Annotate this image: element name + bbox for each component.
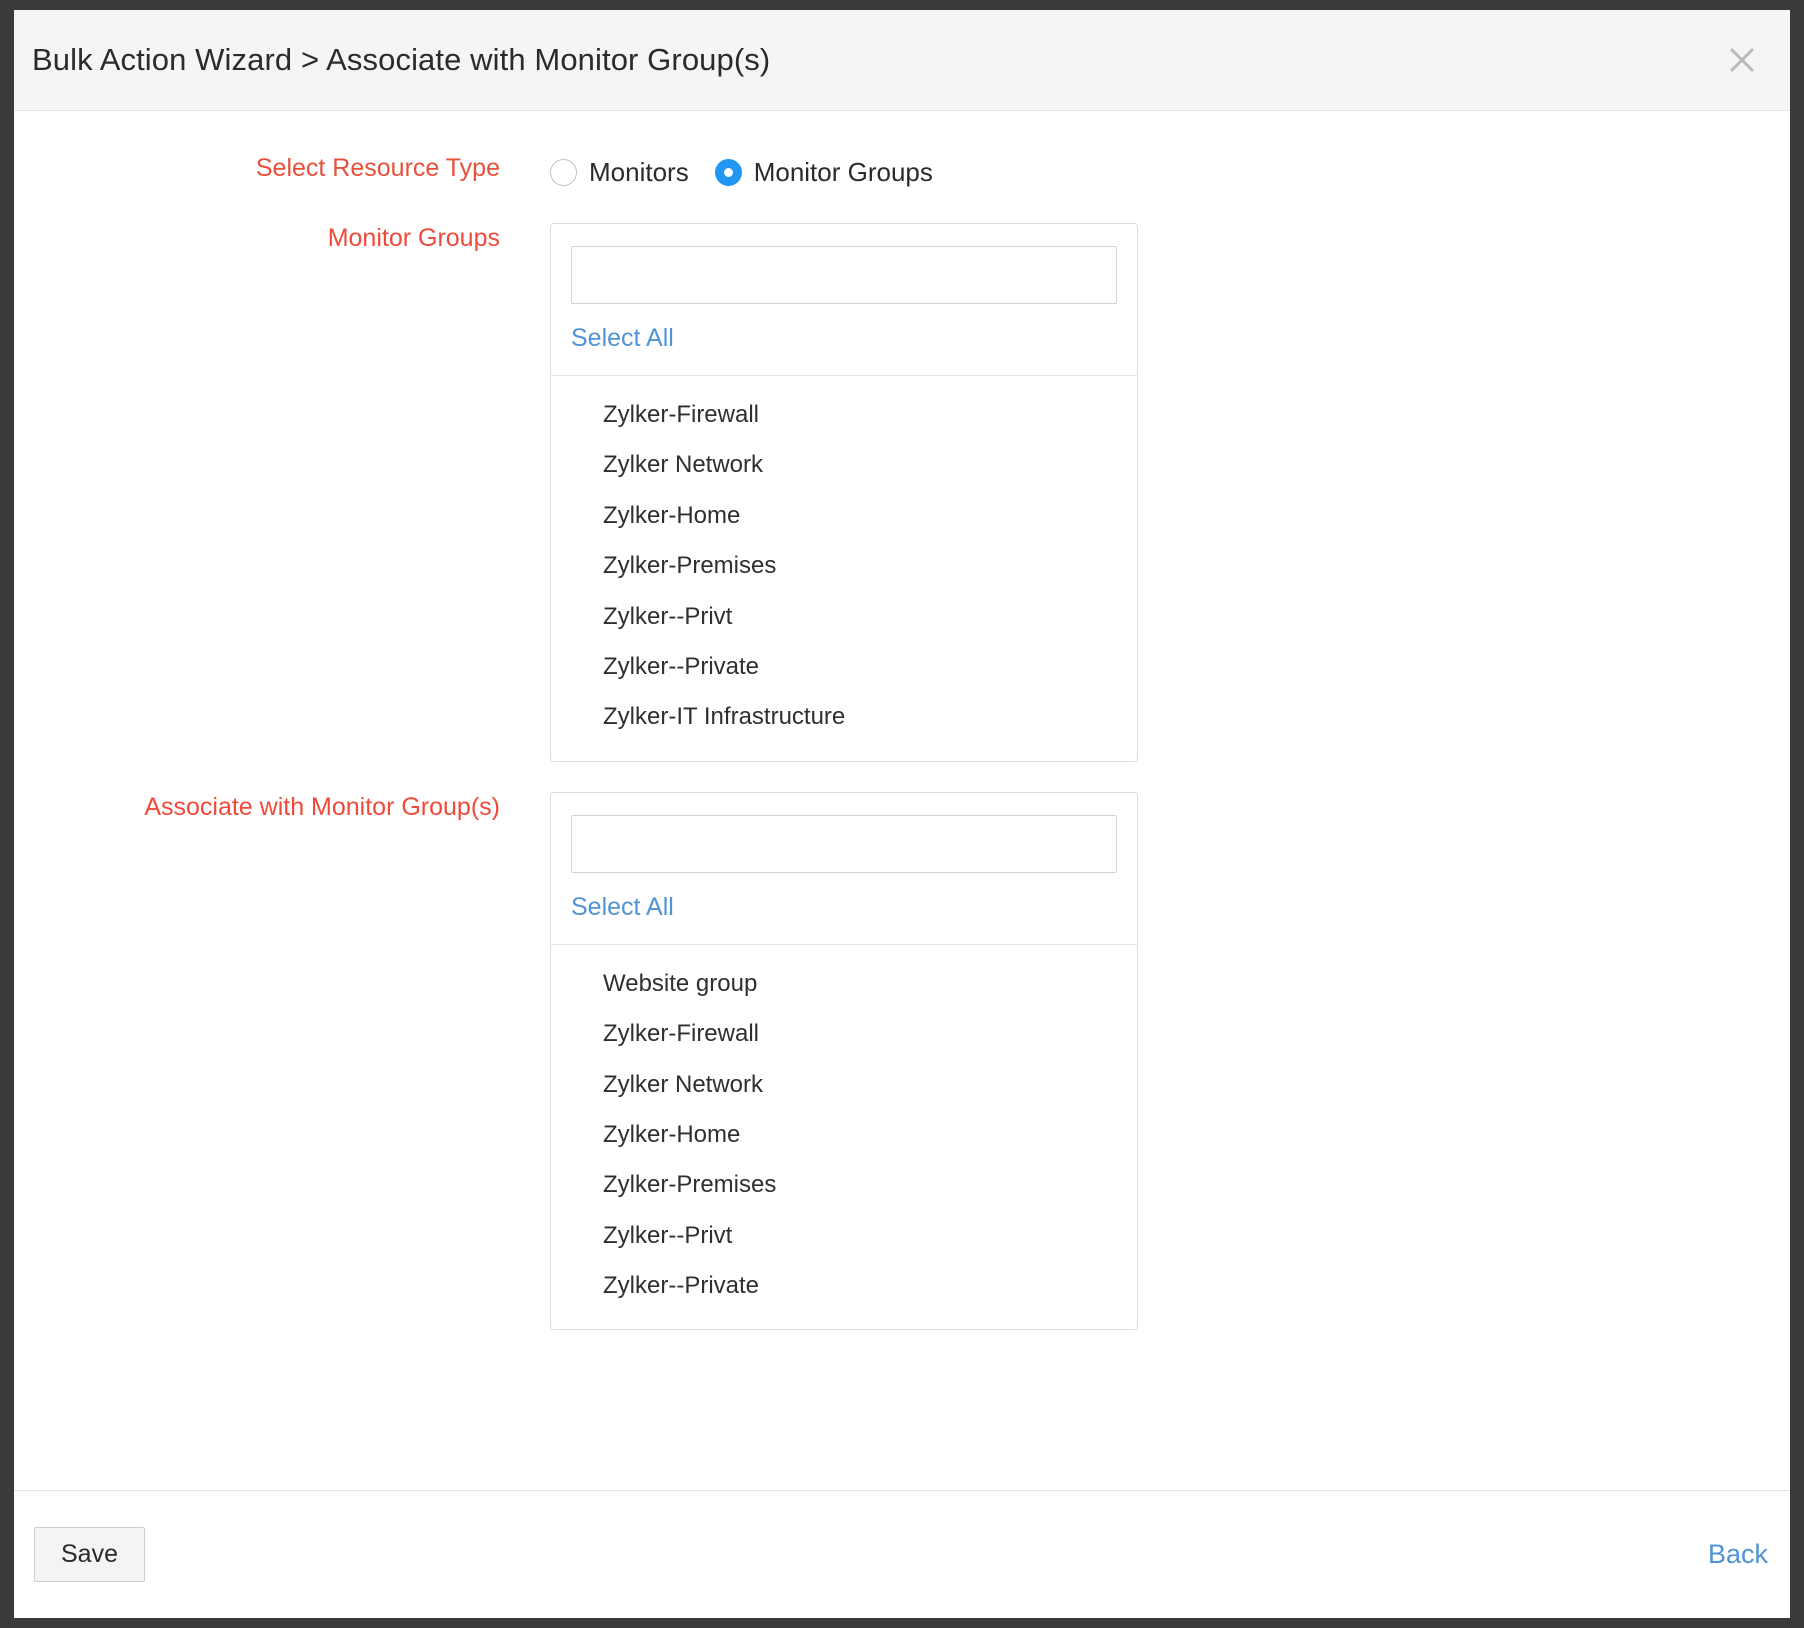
list-item[interactable]: Zylker--Privt	[551, 1211, 1137, 1261]
back-link[interactable]: Back	[1708, 1539, 1768, 1570]
monitor-groups-picker: Select All Zylker-Firewall Zylker Networ…	[550, 223, 1138, 762]
list-item[interactable]: Zylker--Privt	[551, 592, 1137, 642]
list-item[interactable]: Zylker-Firewall	[551, 1009, 1137, 1059]
monitor-groups-select-all-link[interactable]: Select All	[571, 324, 674, 353]
monitor-groups-list: Zylker-Firewall Zylker Network Zylker-Ho…	[551, 376, 1137, 761]
list-item[interactable]: Zylker-IT Infrastructure	[551, 692, 1137, 742]
list-item[interactable]: Zylker--Private	[551, 1261, 1137, 1311]
associate-groups-row: Associate with Monitor Group(s) Select A…	[14, 791, 1790, 1331]
resource-type-label: Select Resource Type	[255, 154, 500, 182]
screen-root: Bulk Action Wizard > Associate with Moni…	[0, 0, 1804, 1628]
list-item[interactable]: Zylker-Home	[551, 1110, 1137, 1160]
list-item[interactable]: Zylker-Home	[551, 491, 1137, 541]
page-title: Bulk Action Wizard > Associate with Moni…	[32, 42, 771, 77]
monitor-groups-label: Monitor Groups	[327, 224, 500, 252]
associate-groups-search-input[interactable]	[571, 814, 1117, 873]
monitor-groups-search-input[interactable]	[571, 246, 1117, 304]
associate-groups-label: Associate with Monitor Group(s)	[144, 792, 500, 821]
associate-groups-control: Select All Website group Zylker-Firewall…	[550, 791, 1138, 1331]
monitor-groups-control: Select All Zylker-Firewall Zylker Networ…	[550, 223, 1138, 762]
monitor-groups-row: Monitor Groups Select All Zylker-Firewal…	[14, 223, 1790, 762]
radio-icon-monitor-groups[interactable]	[714, 159, 742, 186]
radio-option-monitor-groups[interactable]: Monitor Groups	[714, 157, 933, 188]
radio-label-monitors: Monitors	[589, 157, 689, 187]
list-item[interactable]: Website group	[551, 959, 1137, 1009]
save-button[interactable]: Save	[34, 1527, 145, 1582]
radio-label-monitor-groups: Monitor Groups	[753, 157, 933, 187]
list-item[interactable]: Zylker Network	[551, 1060, 1137, 1110]
list-item[interactable]: Zylker--Private	[551, 642, 1137, 692]
list-item[interactable]: Zylker Network	[551, 440, 1137, 490]
associate-groups-search-wrap	[551, 793, 1137, 873]
radio-option-monitors[interactable]: Monitors	[550, 157, 689, 188]
associate-groups-picker: Select All Website group Zylker-Firewall…	[550, 791, 1138, 1331]
list-item[interactable]: Zylker-Premises	[551, 541, 1137, 591]
associate-groups-list: Website group Zylker-Firewall Zylker Net…	[551, 945, 1137, 1330]
associate-groups-select-all-link[interactable]: Select All	[571, 893, 674, 922]
resource-type-radio-group: Monitors Monitor Groups	[550, 153, 933, 188]
list-item[interactable]: Zylker-Premises	[551, 1160, 1137, 1210]
associate-groups-selectall-wrap: Select All	[551, 873, 1137, 945]
resource-type-row: Select Resource Type Monitors Monitor Gr…	[14, 153, 1790, 188]
dialog-header: Bulk Action Wizard > Associate with Moni…	[14, 10, 1790, 111]
radio-icon-monitors[interactable]	[550, 159, 577, 186]
monitor-groups-search-wrap	[551, 224, 1137, 304]
dialog-footer: Save Back	[14, 1490, 1790, 1618]
monitor-groups-selectall-wrap: Select All	[551, 304, 1137, 376]
list-item[interactable]: Zylker-Firewall	[551, 390, 1137, 440]
resource-type-control: Monitors Monitor Groups	[550, 153, 933, 188]
bulk-action-wizard-dialog: Bulk Action Wizard > Associate with Moni…	[14, 10, 1790, 1618]
dialog-body: Select Resource Type Monitors Monitor Gr…	[14, 111, 1790, 1490]
close-icon[interactable]	[1720, 38, 1764, 82]
